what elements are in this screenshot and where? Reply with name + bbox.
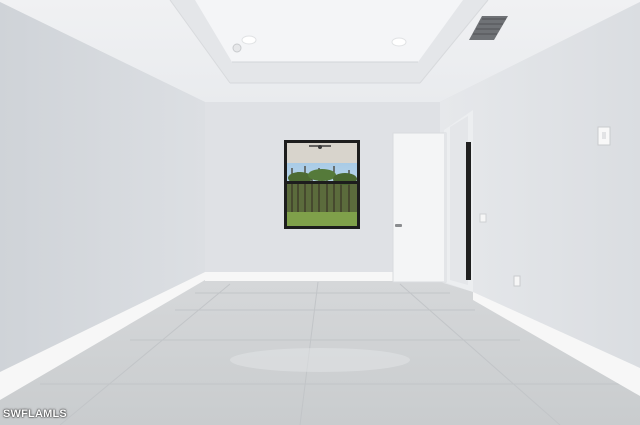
outlet-icon <box>513 275 521 287</box>
recessed-light-icon <box>391 37 407 47</box>
hallway-opening <box>444 110 473 292</box>
empty-room-photo: SWFLAMLS <box>0 0 640 425</box>
room-illustration <box>0 0 640 425</box>
door-handle-icon <box>395 224 402 227</box>
window <box>284 140 360 229</box>
outlet-icon <box>479 213 487 223</box>
door <box>392 132 447 283</box>
smoke-detector-icon <box>232 43 242 53</box>
light-switch-icon <box>597 126 611 146</box>
watermark-label: SWFLAMLS <box>3 408 67 420</box>
recessed-light-icon <box>241 35 257 45</box>
